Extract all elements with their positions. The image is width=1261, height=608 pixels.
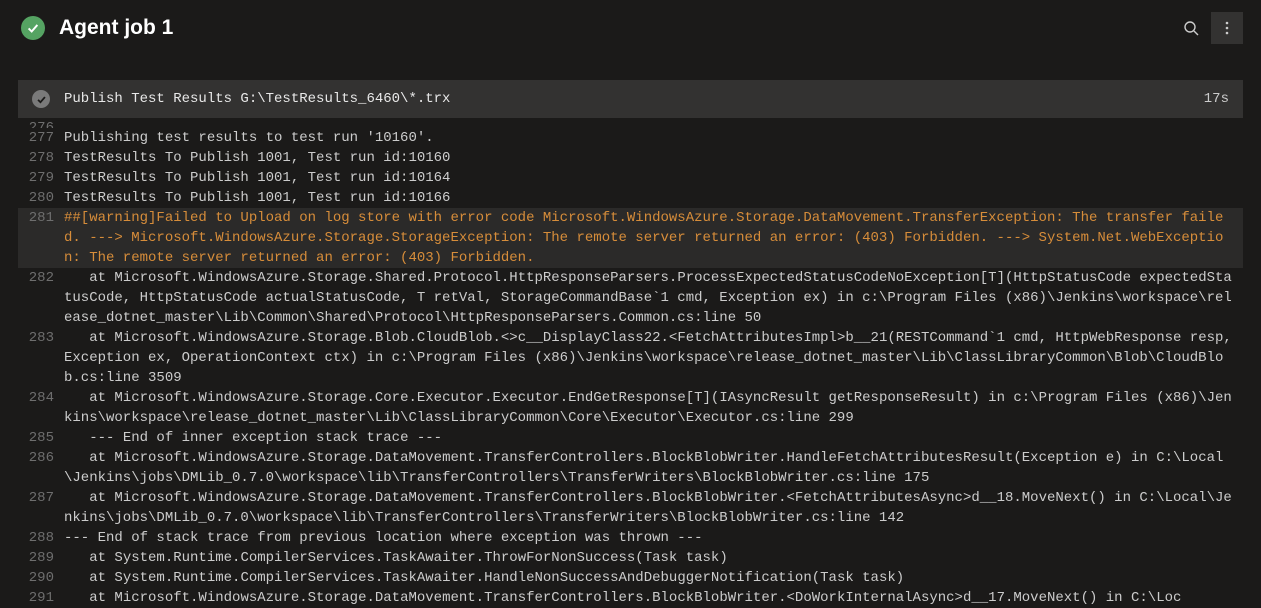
line-number: 286 — [18, 448, 64, 488]
log-row: 289 at System.Runtime.CompilerServices.T… — [18, 548, 1243, 568]
line-number: 283 — [18, 328, 64, 388]
line-number: 289 — [18, 548, 64, 568]
line-text: at System.Runtime.CompilerServices.TaskA… — [64, 568, 1243, 588]
task-header[interactable]: Publish Test Results G:\TestResults_6460… — [18, 80, 1243, 118]
task-name: Publish Test Results G:\TestResults_6460… — [64, 91, 1190, 107]
line-text: at Microsoft.WindowsAzure.Storage.Blob.C… — [64, 328, 1243, 388]
line-text: ##[warning]Failed to Upload on log store… — [64, 208, 1243, 268]
line-text: at Microsoft.WindowsAzure.Storage.Shared… — [64, 268, 1243, 328]
log-row: 280TestResults To Publish 1001, Test run… — [18, 188, 1243, 208]
line-text: TestResults To Publish 1001, Test run id… — [64, 148, 1243, 168]
line-number: 282 — [18, 268, 64, 328]
line-number: 281 — [18, 208, 64, 268]
more-vertical-icon — [1219, 20, 1235, 36]
search-button[interactable] — [1175, 12, 1207, 44]
line-number: 278 — [18, 148, 64, 168]
log-row: 277Publishing test results to test run '… — [18, 128, 1243, 148]
log-output[interactable]: 276 TestResults To Publish 1001, Test run… — [18, 118, 1243, 608]
log-row: 290 at System.Runtime.CompilerServices.T… — [18, 568, 1243, 588]
line-number: 285 — [18, 428, 64, 448]
log-row: 285 --- End of inner exception stack tra… — [18, 428, 1243, 448]
line-number: 290 — [18, 568, 64, 588]
line-number: 276 — [18, 118, 64, 128]
page-title: Agent job 1 — [59, 16, 1161, 40]
task-duration: 17s — [1204, 91, 1229, 107]
log-row: 278TestResults To Publish 1001, Test run… — [18, 148, 1243, 168]
log-row: 281##[warning]Failed to Upload on log st… — [18, 208, 1243, 268]
log-row: 287 at Microsoft.WindowsAzure.Storage.Da… — [18, 488, 1243, 528]
log-row: 291 at Microsoft.WindowsAzure.Storage.Da… — [18, 588, 1243, 608]
log-row: 284 at Microsoft.WindowsAzure.Storage.Co… — [18, 388, 1243, 428]
log-row: 279TestResults To Publish 1001, Test run… — [18, 168, 1243, 188]
line-text: --- End of inner exception stack trace -… — [64, 428, 1243, 448]
line-text: at Microsoft.WindowsAzure.Storage.DataMo… — [64, 488, 1243, 528]
success-status-icon — [21, 16, 45, 40]
line-text: at Microsoft.WindowsAzure.Storage.DataMo… — [64, 588, 1243, 608]
line-text: TestResults To Publish 1001, Test run id… — [64, 168, 1243, 188]
line-text: Publishing test results to test run '101… — [64, 128, 1243, 148]
page-header: Agent job 1 — [0, 0, 1261, 56]
line-text: --- End of stack trace from previous loc… — [64, 528, 1243, 548]
log-row: 283 at Microsoft.WindowsAzure.Storage.Bl… — [18, 328, 1243, 388]
line-number: 287 — [18, 488, 64, 528]
log-row: 282 at Microsoft.WindowsAzure.Storage.Sh… — [18, 268, 1243, 328]
line-number: 284 — [18, 388, 64, 428]
log-row: 276TestResults To Publish 1001, Test run… — [18, 118, 1243, 128]
line-text: at System.Runtime.CompilerServices.TaskA… — [64, 548, 1243, 568]
more-actions-button[interactable] — [1211, 12, 1243, 44]
task-success-icon — [32, 90, 50, 108]
line-number: 291 — [18, 588, 64, 608]
log-row: 286 at Microsoft.WindowsAzure.Storage.Da… — [18, 448, 1243, 488]
line-number: 288 — [18, 528, 64, 548]
line-number: 280 — [18, 188, 64, 208]
line-text: at Microsoft.WindowsAzure.Storage.DataMo… — [64, 448, 1243, 488]
line-number: 277 — [18, 128, 64, 148]
log-row: 288--- End of stack trace from previous … — [18, 528, 1243, 548]
line-text: at Microsoft.WindowsAzure.Storage.Core.E… — [64, 388, 1243, 428]
line-text: TestResults To Publish 1001, Test run id… — [64, 188, 1243, 208]
header-actions — [1175, 12, 1243, 44]
search-icon — [1183, 20, 1199, 36]
line-number: 279 — [18, 168, 64, 188]
